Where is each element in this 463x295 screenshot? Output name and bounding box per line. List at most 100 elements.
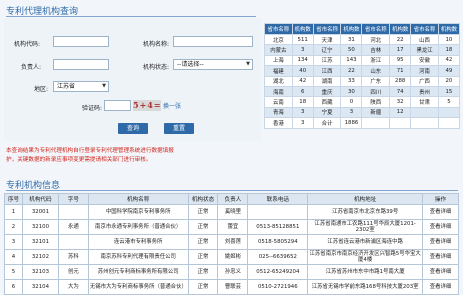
column-header: 机构名称 [87,193,189,205]
table-cell: 创元 [57,264,89,280]
table-cell: 4 [4,249,23,265]
column-header: 机构地址 [307,193,423,205]
table-cell: 18 [291,96,314,108]
table-cell: 0512-65249204 [247,264,309,280]
table-cell: 内蒙古 [264,44,293,56]
table-cell: 正常 [187,264,219,280]
view-detail-link[interactable]: 查看详细 [422,264,459,280]
column-header: 机构数 [389,23,412,35]
table-cell [410,117,439,129]
table-cell: 3 [291,106,314,119]
table-cell: 广东 [361,75,391,87]
table-cell: 32102 [21,249,59,265]
table-cell: 上海 [264,54,293,67]
view-detail-link[interactable]: 查看详细 [422,234,459,250]
name-input[interactable] [173,36,253,47]
table-cell: 大为 [57,279,89,295]
table-cell: 新疆 [361,106,391,119]
table-cell: 42 [437,54,461,67]
code-input[interactable] [53,36,109,47]
table-cell: 湖南 [312,75,342,87]
table-cell: 正常 [187,219,219,235]
province-stats-table: 省市名称 机构数 省市名称 机构数 省市名称 机构数 省市名称 机构数 北京 51… [264,23,461,129]
table-cell: 云南 [264,96,293,108]
search-button[interactable]: 查询 [118,123,148,134]
table-cell: 025--6639652 [247,249,309,265]
column-header: 省市名称 [264,23,293,35]
table-cell: 江苏省苏州市东中市路1号南大厦 [307,264,423,280]
table-cell: 河南 [410,65,439,77]
table-cell: 95 [389,54,412,67]
captcha-input[interactable] [104,100,131,111]
view-detail-link[interactable]: 查看详细 [422,279,459,295]
table-row: 湖北 42 湖南 33 广东 288 广西 20 [264,75,461,87]
table-cell: 四川 [361,85,391,98]
table-cell: 合计 [312,117,342,129]
table-cell: 江苏省连云港市新浦区海连中路 [307,234,423,250]
table-cell: 广西 [410,75,439,87]
divider [6,190,458,191]
table-cell: 江苏省南京市南京经济开发区兴智路5号华宝大厦4楼 [307,249,423,265]
table-cell: 宁夏 [312,106,342,119]
table-cell: 河北 [361,33,391,46]
status-select[interactable]: --请选择-- ▼ [173,59,253,70]
table-cell: 22 [340,65,363,77]
divider [6,16,256,17]
table-cell: 江苏省南京市北京东路39号 [307,204,423,220]
leader-input[interactable] [53,59,109,70]
view-detail-link[interactable]: 查看详细 [422,249,459,265]
table-cell: 22 [389,33,412,46]
column-header: 省市名称 [312,23,342,35]
table-cell: 江苏省南通市工农路111号华辰大厦1201-2302室 [307,219,423,235]
table-cell: 正常 [187,204,219,220]
table-cell: 20 [437,75,461,87]
code-label: 机构代码: [14,41,41,48]
column-header: 序号 [4,193,23,205]
table-cell: 32103 [21,264,59,280]
table-cell: 辽宁 [312,44,342,56]
name-label: 机构名称: [143,41,170,48]
view-detail-link[interactable]: 查看详细 [422,204,459,220]
table-cell: 288 [389,75,412,87]
table-cell: 蕾宜 [217,219,249,235]
table-cell: 1 [4,204,23,220]
region-select[interactable]: 江苏省 ▼ [53,81,109,92]
table-cell: 32 [389,96,412,108]
table-row: 4 32102 苏科 南京苏科专利代理有限责任公司 正常 姚姬彬 025--6639652 江… [4,249,459,265]
table-cell: 15 [437,85,461,98]
status-select-value: --请选择-- [177,61,204,68]
reset-button[interactable]: 重置 [164,123,194,134]
table-cell: 安徽 [410,54,439,67]
agency-info-table: 序号 机构代码 字号 机构名称 机构状态 负责人 联系电话 机构地址 操作 1 3… [4,193,459,295]
table-cell: 中国科学院南京专利事务所 [87,204,189,220]
table-cell: 10 [437,33,461,46]
table-cell: 天津 [312,33,342,46]
table-cell: 0513-85128851 [247,219,309,235]
column-header: 机构数 [437,23,461,35]
table-cell: 134 [291,54,314,67]
table-cell: 浙江 [361,54,391,67]
view-detail-link[interactable]: 查看详细 [422,219,459,235]
table-cell [437,117,461,129]
table-cell: 3 [340,106,363,119]
table-cell: 南京苏科专利代理有限责任公司 [87,249,189,265]
refresh-captcha-link[interactable]: 换一张 [163,101,181,110]
table-cell [57,204,89,220]
table-cell: 3 [291,117,314,129]
table-header-row: 序号 机构代码 字号 机构名称 机构状态 负责人 联系电话 机构地址 操作 [4,193,459,205]
column-header: 机构状态 [187,193,219,205]
chevron-down-icon: ▼ [102,83,106,89]
table-row: 1 32001 中国科学院南京专利事务所 正常 奚晓里 江苏省南京市北京东路39号 查看详细 [4,204,459,220]
table-cell: 0510-2721946 [247,279,309,295]
column-header: 省市名称 [361,23,391,35]
table-cell: 正常 [187,249,219,265]
table-cell: 33 [340,75,363,87]
table-cell: 连云港市专利事务所 [87,234,189,250]
table-cell: 正常 [187,234,219,250]
table-cell: 2 [4,219,23,235]
table-cell: 5 [4,264,23,280]
table-cell: 青海 [264,106,293,119]
table-cell: 0518-5805294 [247,234,309,250]
table-cell: 福建 [264,65,293,77]
table-cell: 陕西 [361,96,391,108]
